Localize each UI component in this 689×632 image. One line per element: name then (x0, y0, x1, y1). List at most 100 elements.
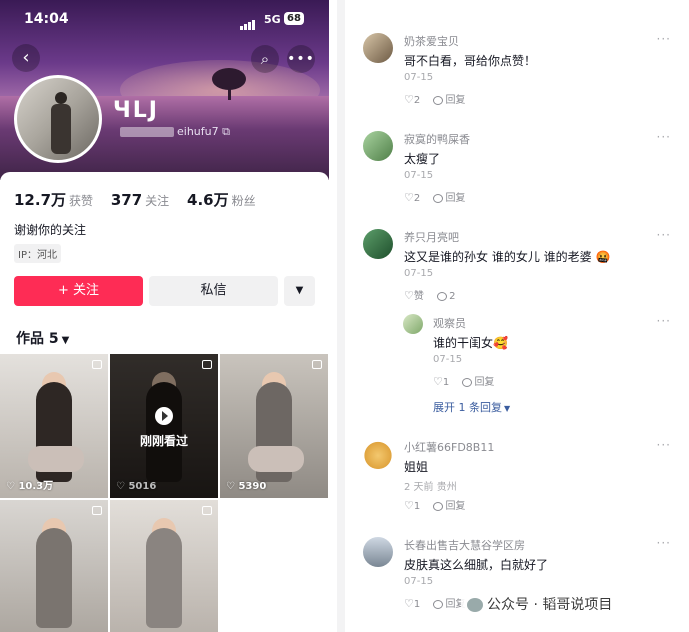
heart-icon: ♡ (404, 93, 414, 106)
more-icon: ••• (287, 51, 315, 67)
watermark: 公众号 · 韬哥说项目 (461, 592, 619, 616)
avatar[interactable] (363, 537, 393, 567)
like-count: 2 (413, 95, 421, 106)
like-count: 1 (413, 599, 421, 610)
video-tile[interactable] (110, 500, 218, 632)
reply-button[interactable]: 回复 (462, 377, 494, 388)
search-button[interactable]: ⌕ (251, 45, 279, 73)
more-button[interactable]: ••• (287, 45, 315, 73)
video-tile[interactable] (0, 500, 108, 632)
more-icon[interactable]: ··· (657, 314, 671, 328)
network-type: 5G (264, 13, 281, 26)
reply-icon (462, 377, 473, 387)
video-likes: ♡ 5390 (226, 481, 266, 492)
like-button[interactable]: ♡2 (404, 93, 421, 106)
profile-nickname: ЧLJ (113, 98, 159, 123)
tab-works[interactable]: 作品 5 ▼ (16, 328, 69, 348)
comment-author[interactable]: 寂寞的鸭屎香 (404, 131, 470, 147)
stat-followers[interactable]: 4.6万 粉丝 (187, 191, 256, 209)
avatar[interactable] (363, 131, 393, 161)
heart-icon: ♡ (404, 499, 414, 512)
more-icon[interactable]: ··· (657, 228, 671, 242)
watched-label: 刚刚看过 (139, 434, 188, 448)
more-icon[interactable]: ··· (657, 536, 671, 550)
comment-text: 哥不白看，哥给你点赞！ (404, 54, 537, 68)
avatar-figure-head (55, 92, 67, 104)
comment-date: 07-15 (404, 268, 434, 279)
reply-count: 2 (449, 291, 456, 302)
comment-author[interactable]: 观察员 (433, 315, 466, 331)
more-icon[interactable]: ··· (657, 130, 671, 144)
like-button[interactable]: ♡赞 (404, 289, 424, 302)
chevron-down-icon: ▼ (504, 404, 511, 413)
more-options-button[interactable]: ▼ (284, 276, 315, 306)
copy-icon[interactable]: ⧉ (222, 125, 230, 138)
stat-following[interactable]: 377 关注 (111, 191, 169, 209)
video-tile[interactable]: ♡ 5390 (220, 354, 328, 498)
comment-author[interactable]: 养只月亮吧 (404, 229, 459, 245)
account-id[interactable]: eihufu7 ⧉ (120, 125, 230, 139)
video-likes-count: 5016 (128, 481, 157, 492)
comment-text: 太瘦了 (404, 152, 441, 166)
heart-icon: ♡ (226, 481, 239, 492)
chevron-left-icon: ‹ (22, 47, 30, 68)
heart-icon: ♡ (6, 481, 19, 492)
more-icon[interactable]: ··· (657, 438, 671, 452)
reply-button[interactable]: 2 (437, 291, 455, 302)
like-button[interactable]: ♡2 (404, 191, 421, 204)
avatar[interactable] (363, 229, 393, 259)
expand-replies-link[interactable]: 展开 1 条回复 ▼ (433, 399, 510, 415)
wechat-icon (467, 598, 483, 612)
status-bar: 14:04 5G 68 (0, 8, 329, 32)
reply-icon (433, 95, 444, 105)
like-count: 1 (442, 377, 450, 388)
video-tile[interactable]: 刚刚看过 ♡ 5016 (110, 354, 218, 498)
like-count: 2 (413, 193, 421, 204)
reply-icon (433, 193, 444, 203)
tab-works-label: 作品 5 (16, 331, 59, 347)
back-button[interactable]: ‹ (12, 44, 40, 72)
reply-button[interactable]: 回复 (433, 501, 465, 512)
reply-label: 回复 (474, 377, 495, 388)
profile-screen: 14:04 5G 68 ‹ ⌕ ••• ЧLJ eihufu7 ⧉ 12.7万获… (0, 0, 329, 632)
thumb-figure (146, 528, 182, 628)
stat-followers-value: 4.6万 (187, 191, 229, 209)
video-tile[interactable]: ♡ 10.3万 (0, 354, 108, 498)
avatar[interactable] (363, 439, 393, 469)
like-button[interactable]: ♡1 (404, 499, 420, 512)
comment-actions: ♡2 回复 (404, 189, 475, 204)
video-likes: ♡ 5016 (116, 481, 156, 492)
avatar[interactable] (363, 33, 393, 63)
expand-replies-label: 展开 1 条回复 (433, 401, 502, 414)
caret-down-icon: ▼ (295, 285, 304, 296)
like-button[interactable]: ♡1 (404, 597, 421, 610)
banner-tree-trunk (228, 86, 231, 100)
watermark-text: 公众号 · 韬哥说项目 (487, 597, 613, 613)
reply-icon (437, 291, 448, 301)
stat-likes[interactable]: 12.7万 获赞 (14, 191, 93, 209)
heart-icon: ♡ (404, 597, 414, 610)
avatar[interactable] (14, 75, 102, 163)
thumb-legs (28, 446, 84, 472)
comments-panel: 奶茶爱宝贝 哥不白看，哥给你点赞！ 07-15 ♡2 回复 ··· 寂寞的鸭屎香… (345, 0, 689, 632)
profile-stats: 12.7万 获赞 377 关注 4.6万 粉丝 (14, 189, 270, 210)
comment-text: 谁的干闺女🥰 (433, 336, 508, 350)
message-button[interactable]: 私信 (149, 276, 278, 306)
comment-author[interactable]: 奶茶爱宝贝 (404, 33, 459, 49)
video-likes-count: 10.3万 (18, 481, 54, 492)
comment-author[interactable]: 小红薯66FD8B11 (404, 439, 494, 455)
panel-divider (337, 0, 345, 632)
avatar[interactable] (403, 314, 423, 334)
caret-down-icon: ▼ (61, 335, 70, 346)
like-button[interactable]: ♡1 (433, 375, 450, 388)
follow-button[interactable]: + 关注 (14, 276, 143, 306)
comment-text: 皮肤真这么细腻，白就好了 (404, 558, 549, 572)
comment-actions: ♡赞 2 (404, 287, 465, 302)
heart-icon: ♡ (116, 481, 129, 492)
reply-icon (433, 599, 444, 609)
more-icon[interactable]: ··· (657, 32, 671, 46)
reply-button[interactable]: 回复 (433, 193, 465, 204)
reply-button[interactable]: 回复 (433, 95, 465, 106)
comment-author[interactable]: 长春出售吉大慧谷学区房 (404, 537, 525, 553)
reply-label: 回复 (445, 193, 466, 204)
